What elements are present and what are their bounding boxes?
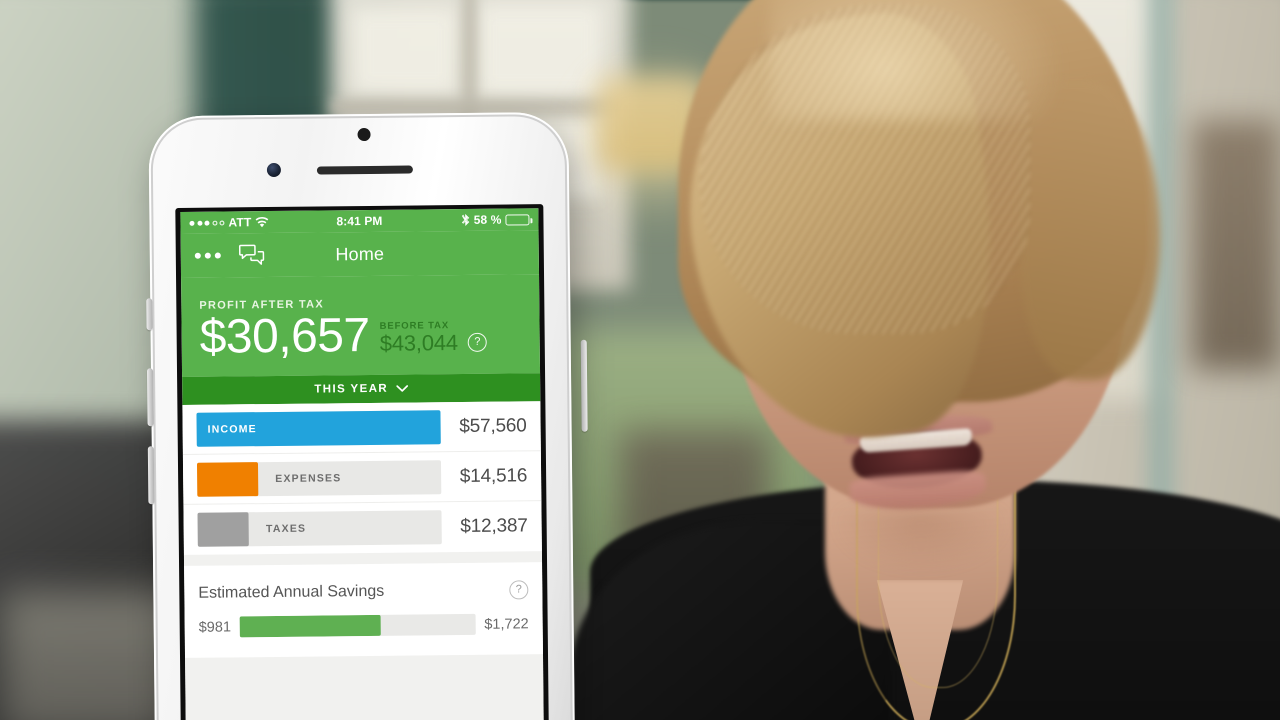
bar-track: TAXES [197, 510, 442, 547]
row-label: EXPENSES [275, 471, 342, 485]
profit-summary: PROFIT AFTER TAX $30,657 BEFORE TAX $43,… [181, 274, 541, 377]
savings-progress-row: $981 $1,722 [184, 599, 543, 658]
mute-switch[interactable] [146, 298, 153, 331]
savings-header: Estimated Annual Savings ? [184, 562, 542, 603]
savings-progress-track [239, 613, 476, 638]
profit-values-row: $30,657 BEFORE TAX $43,044 ? [199, 308, 521, 364]
more-dots-icon[interactable] [194, 252, 221, 259]
chin [836, 510, 1006, 570]
app-screen: ATT 8:41 PM 58 % Home PROFIT AFTER TAX $… [180, 208, 545, 720]
signal-strength-icon [189, 220, 224, 226]
bar-track: INCOME [196, 409, 441, 447]
wifi-icon [255, 216, 269, 227]
period-label: THIS YEAR [314, 382, 389, 396]
profit-after-tax-value: $30,657 [199, 308, 370, 364]
app-navigation-bar: Home [180, 230, 540, 278]
help-icon[interactable]: ? [509, 580, 529, 600]
volume-down-button[interactable] [147, 446, 155, 505]
savings-max-label: $1,722 [484, 615, 529, 633]
before-tax-value: $43,044 [379, 329, 459, 356]
smartphone: ATT 8:41 PM 58 % Home PROFIT AFTER TAX $… [146, 111, 588, 720]
proximity-sensor-icon [357, 127, 371, 142]
table-row[interactable]: TAXES $12,387 [183, 501, 542, 555]
window-pane [352, 8, 457, 94]
nav-left-actions [194, 244, 265, 267]
bar-fill [197, 512, 250, 547]
battery-percent-label: 58 % [473, 212, 502, 227]
status-bar-left: ATT [189, 214, 336, 230]
chat-bubbles-icon[interactable] [238, 244, 265, 266]
front-camera-icon [266, 162, 281, 178]
table-row[interactable]: EXPENSES $14,516 [182, 451, 542, 505]
battery-icon [505, 213, 530, 226]
row-label: TAXES [265, 522, 307, 536]
carrier-label: ATT [228, 215, 252, 230]
period-selector[interactable]: THIS YEAR [182, 373, 541, 405]
person-speaking [560, 0, 1280, 720]
row-value: $12,387 [460, 515, 528, 538]
savings-min-label: $981 [198, 618, 232, 636]
content-sheet: INCOME $57,560 EXPENSES $14,516 TAXES $1… [182, 401, 545, 720]
power-button[interactable] [580, 339, 588, 432]
hair-side [1020, 80, 1160, 380]
chevron-down-icon [396, 385, 408, 392]
bar-track: EXPENSES [196, 459, 442, 497]
row-value: $14,516 [459, 464, 528, 487]
savings-title: Estimated Annual Savings [198, 582, 385, 602]
earpiece-speaker [316, 165, 413, 175]
row-label: INCOME [207, 422, 257, 436]
status-bar-right: 58 % [382, 212, 530, 228]
volume-up-button[interactable] [146, 368, 154, 427]
breakdown-card: INCOME $57,560 EXPENSES $14,516 TAXES $1… [182, 401, 542, 555]
table-row[interactable]: INCOME $57,560 [182, 401, 541, 455]
screen-bezel: ATT 8:41 PM 58 % Home PROFIT AFTER TAX $… [175, 204, 550, 720]
savings-card: Estimated Annual Savings ? $981 $1,722 [184, 562, 544, 658]
row-value: $57,560 [459, 414, 527, 437]
bar-fill [196, 461, 259, 497]
hair-highlight [770, 0, 1060, 120]
clock: 8:41 PM [336, 213, 383, 229]
savings-progress-fill [239, 614, 382, 638]
help-icon[interactable]: ? [467, 332, 487, 352]
before-tax-block: BEFORE TAX $43,044 [380, 320, 459, 359]
bluetooth-icon [462, 213, 470, 227]
